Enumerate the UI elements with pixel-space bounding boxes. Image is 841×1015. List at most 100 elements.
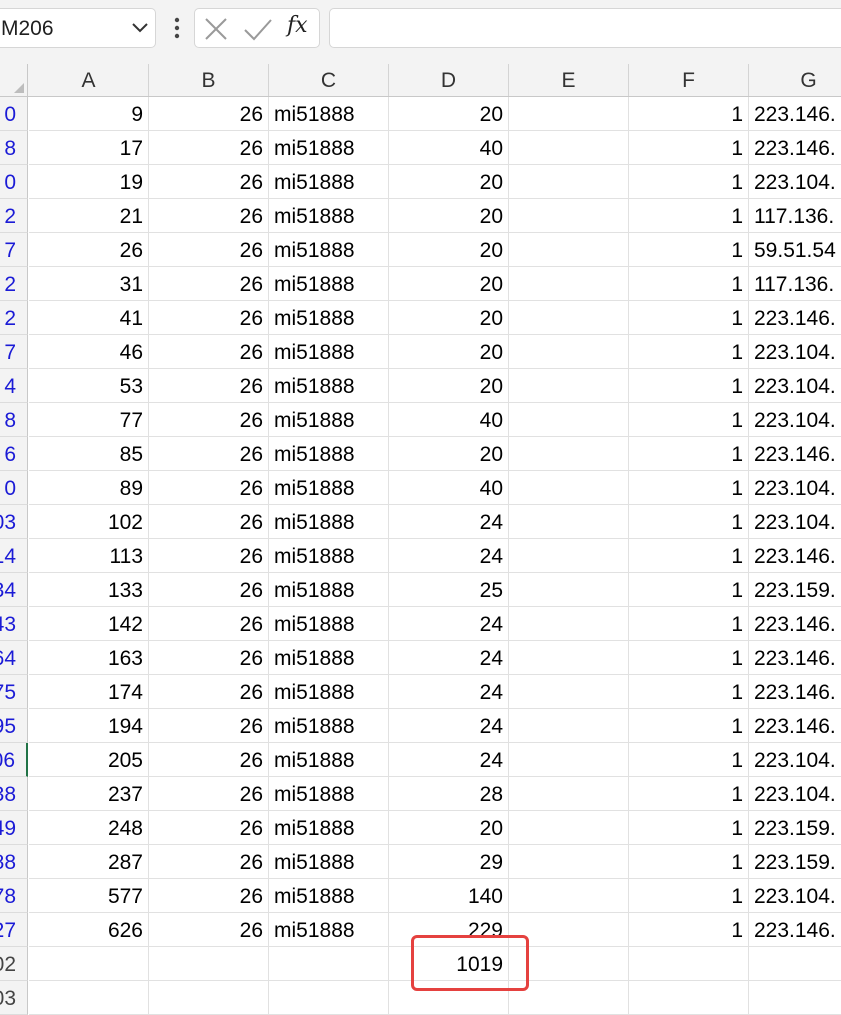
cell-b[interactable]: 26 (149, 573, 269, 607)
cell-e[interactable] (509, 403, 629, 437)
select-all-corner[interactable] (0, 64, 28, 96)
cell-c[interactable]: mi51888 (269, 709, 389, 743)
close-icon[interactable] (203, 16, 229, 42)
column-header-g[interactable]: G (749, 64, 841, 96)
cell-g[interactable]: 223.104. (749, 335, 841, 369)
cell-g[interactable]: 223.146. (749, 131, 841, 165)
cell-a[interactable]: 142 (29, 607, 149, 641)
kebab-icon[interactable] (170, 14, 184, 42)
row-header[interactable]: 0 (0, 471, 28, 505)
cell-d[interactable]: 20 (389, 335, 509, 369)
cell-a[interactable]: 26 (29, 233, 149, 267)
cell-f[interactable]: 1 (629, 539, 749, 573)
cell-e[interactable] (509, 97, 629, 131)
cell-f[interactable]: 1 (629, 369, 749, 403)
cell-e[interactable] (509, 267, 629, 301)
row-header[interactable]: 95 (0, 709, 28, 743)
cell-c[interactable]: mi51888 (269, 879, 389, 913)
cell-d[interactable]: 40 (389, 403, 509, 437)
cell-e[interactable] (509, 539, 629, 573)
row-header[interactable]: 88 (0, 845, 28, 879)
cell-d[interactable]: 29 (389, 845, 509, 879)
cell-b[interactable]: 26 (149, 165, 269, 199)
cell-e[interactable] (509, 301, 629, 335)
cell-b[interactable]: 26 (149, 369, 269, 403)
row-header[interactable]: 8 (0, 403, 28, 437)
cell-c[interactable]: mi51888 (269, 335, 389, 369)
cell-e[interactable] (509, 777, 629, 811)
cell-f[interactable] (629, 981, 749, 1015)
cell-f[interactable]: 1 (629, 641, 749, 675)
cell-g[interactable]: 223.146. (749, 675, 841, 709)
cell-b[interactable]: 26 (149, 403, 269, 437)
cell-a[interactable]: 77 (29, 403, 149, 437)
cell-f[interactable]: 1 (629, 811, 749, 845)
cell-g[interactable]: 223.146. (749, 709, 841, 743)
cell-g[interactable]: 223.104. (749, 505, 841, 539)
chevron-down-icon[interactable] (131, 22, 149, 34)
cell-b[interactable] (149, 947, 269, 981)
row-header[interactable]: 34 (0, 573, 28, 607)
cell-a[interactable]: 237 (29, 777, 149, 811)
row-header[interactable]: 02 (0, 947, 28, 981)
cell-d[interactable]: 40 (389, 471, 509, 505)
cell-f[interactable]: 1 (629, 97, 749, 131)
cell-f[interactable]: 1 (629, 131, 749, 165)
cell-c[interactable]: mi51888 (269, 131, 389, 165)
cell-a[interactable]: 133 (29, 573, 149, 607)
cell-e[interactable] (509, 471, 629, 505)
cell-b[interactable]: 26 (149, 199, 269, 233)
cell-a[interactable]: 577 (29, 879, 149, 913)
cell-e[interactable] (509, 437, 629, 471)
cell-b[interactable]: 26 (149, 675, 269, 709)
cell-a[interactable]: 31 (29, 267, 149, 301)
cell-d[interactable]: 20 (389, 369, 509, 403)
cell-e[interactable] (509, 675, 629, 709)
cell-a[interactable]: 53 (29, 369, 149, 403)
cell-c[interactable]: mi51888 (269, 913, 389, 947)
cell-e[interactable] (509, 199, 629, 233)
cell-c[interactable]: mi51888 (269, 607, 389, 641)
column-header-e[interactable]: E (509, 64, 629, 96)
cell-d[interactable]: 20 (389, 165, 509, 199)
cell-d[interactable]: 24 (389, 505, 509, 539)
cell-d[interactable]: 40 (389, 131, 509, 165)
cell-a[interactable]: 41 (29, 301, 149, 335)
cell-c[interactable]: mi51888 (269, 573, 389, 607)
cell-e[interactable] (509, 879, 629, 913)
cell-c[interactable]: mi51888 (269, 811, 389, 845)
cell-a[interactable] (29, 981, 149, 1015)
cell-g[interactable]: 223.146. (749, 301, 841, 335)
cell-d[interactable]: 20 (389, 97, 509, 131)
cell-e[interactable] (509, 641, 629, 675)
cell-c[interactable]: mi51888 (269, 403, 389, 437)
row-header[interactable]: 2 (0, 267, 28, 301)
cell-a[interactable]: 46 (29, 335, 149, 369)
name-box[interactable]: M206 (0, 8, 156, 48)
cell-b[interactable]: 26 (149, 607, 269, 641)
row-header[interactable]: 03 (0, 505, 28, 539)
cell-f[interactable]: 1 (629, 879, 749, 913)
cell-a[interactable]: 205 (29, 743, 149, 777)
cell-g[interactable]: 223.159. (749, 573, 841, 607)
cell-a[interactable]: 163 (29, 641, 149, 675)
cell-d[interactable]: 20 (389, 437, 509, 471)
column-header-c[interactable]: C (269, 64, 389, 96)
cell-c[interactable]: mi51888 (269, 777, 389, 811)
cell-c[interactable]: mi51888 (269, 505, 389, 539)
cell-b[interactable]: 26 (149, 743, 269, 777)
cell-c[interactable]: mi51888 (269, 97, 389, 131)
cell-a[interactable]: 287 (29, 845, 149, 879)
cell-e[interactable] (509, 607, 629, 641)
cell-e[interactable] (509, 165, 629, 199)
cell-c[interactable]: mi51888 (269, 641, 389, 675)
row-header[interactable]: 78 (0, 879, 28, 913)
formula-input[interactable] (329, 8, 841, 48)
cell-f[interactable]: 1 (629, 743, 749, 777)
row-header[interactable]: 38 (0, 777, 28, 811)
cell-f[interactable]: 1 (629, 845, 749, 879)
cell-f[interactable]: 1 (629, 267, 749, 301)
cell-c[interactable]: mi51888 (269, 471, 389, 505)
cell-b[interactable]: 26 (149, 97, 269, 131)
column-header-d[interactable]: D (389, 64, 509, 96)
